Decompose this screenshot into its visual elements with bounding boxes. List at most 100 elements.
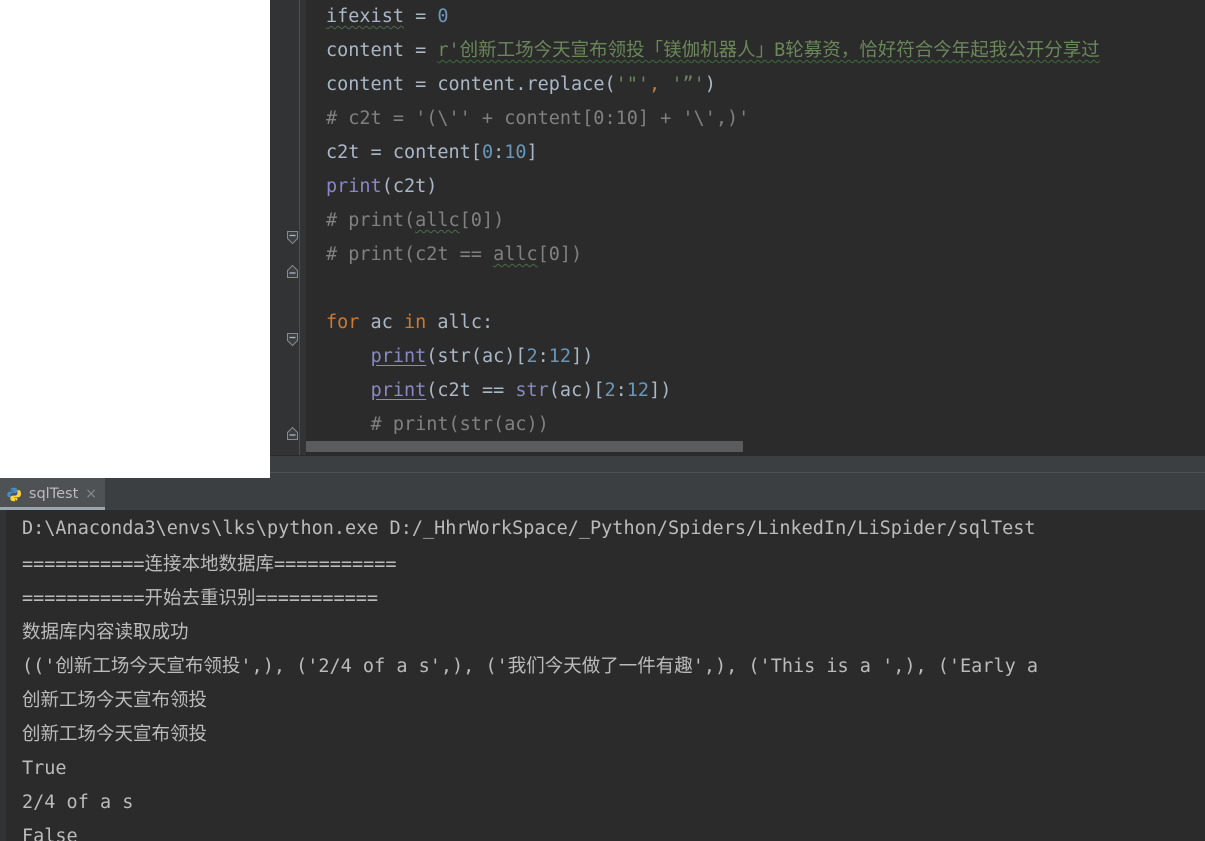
console-output-line: 创新工场今天宣布领投 bbox=[22, 690, 208, 711]
code-token: : bbox=[493, 142, 505, 163]
code-token: for bbox=[326, 312, 360, 333]
console-output-line: True bbox=[22, 758, 67, 779]
code-token: allc bbox=[493, 244, 538, 265]
code-token: content[ bbox=[392, 142, 482, 163]
console-output-line: ===========开始去重识别=========== bbox=[22, 588, 379, 609]
code-token: : bbox=[537, 346, 549, 367]
console-output-body[interactable]: D:\Anaconda3\envs\lks\python.exe D:/_Hhr… bbox=[0, 510, 1205, 841]
console-output-line: 2/4 of a s bbox=[22, 792, 134, 813]
code-line[interactable]: # c2t = '(\'' + content[0:10] + '\',)' bbox=[306, 102, 1205, 136]
console-tab-label: sqlTest bbox=[28, 486, 79, 502]
code-token: 12 bbox=[626, 380, 650, 401]
code-token: content bbox=[326, 74, 404, 95]
fold-marker-collapse-3[interactable] bbox=[284, 425, 301, 442]
console-output-line: (('创新工场今天宣布领投',), ('2/4 of a s',), ('我们今… bbox=[22, 656, 1039, 677]
code-token: [0]) bbox=[459, 210, 505, 231]
close-icon[interactable]: × bbox=[85, 487, 97, 501]
code-lines-container[interactable]: ifexist = 0 content = r'创新工场今天宣布领投「镁伽机器人」… bbox=[306, 0, 1205, 455]
code-token: ] bbox=[526, 142, 538, 163]
editor-horizontal-scrollbar[interactable] bbox=[306, 440, 1205, 453]
fold-marker-collapse-1[interactable] bbox=[284, 229, 301, 246]
code-token: = bbox=[403, 40, 438, 61]
code-line[interactable]: c2t = content[0:10] bbox=[306, 136, 1205, 170]
code-line[interactable]: # print(allc[0]) bbox=[306, 204, 1205, 238]
code-token: = bbox=[403, 6, 438, 27]
code-token: 0 bbox=[437, 6, 449, 27]
code-token: content bbox=[326, 40, 404, 61]
code-token: [0]) bbox=[537, 244, 583, 265]
code-line[interactable]: ifexist = 0 bbox=[306, 0, 1205, 34]
code-token: : bbox=[615, 380, 627, 401]
code-token: 12 bbox=[548, 346, 572, 367]
code-token: '"' bbox=[615, 74, 650, 95]
console-output-line: 创新工场今天宣布领投 bbox=[22, 724, 208, 745]
code-token: in bbox=[403, 312, 427, 333]
code-token: , bbox=[649, 74, 661, 95]
code-line[interactable] bbox=[306, 272, 1205, 306]
editor-gutter[interactable] bbox=[270, 0, 306, 455]
run-console-area: sqlTest × D:\Anaconda3\envs\lks\python.e… bbox=[0, 478, 1205, 841]
code-token: 2 bbox=[604, 380, 616, 401]
code-token: 2 bbox=[526, 346, 538, 367]
code-token: (str(ac)[ bbox=[426, 346, 527, 367]
code-editor-pane[interactable]: ifexist = 0 content = r'创新工场今天宣布领投「镁伽机器人」… bbox=[270, 0, 1205, 455]
code-token: ) bbox=[704, 74, 716, 95]
editor-area: ifexist = 0 content = r'创新工场今天宣布领投「镁伽机器人」… bbox=[0, 0, 1205, 478]
code-token: (c2t == bbox=[426, 380, 516, 401]
code-line[interactable]: # print(str(ac)) bbox=[306, 408, 1205, 442]
code-token: # print(c2t == bbox=[326, 244, 494, 265]
code-line[interactable]: for ac in allc: bbox=[306, 306, 1205, 340]
fold-chevron-down-icon bbox=[287, 231, 298, 245]
fold-marker-for-loop[interactable] bbox=[284, 331, 301, 348]
console-tab-sqltest[interactable]: sqlTest × bbox=[0, 478, 105, 510]
code-line[interactable]: print(c2t) bbox=[306, 170, 1205, 204]
code-line[interactable]: print(str(ac)[2:12]) bbox=[306, 340, 1205, 374]
code-token: print bbox=[326, 176, 382, 197]
editor-horizontal-scrollbar-thumb[interactable] bbox=[306, 441, 743, 452]
code-line[interactable]: content = content.replace('"', '”') bbox=[306, 68, 1205, 102]
code-line[interactable]: # print(c2t == allc[0]) bbox=[306, 238, 1205, 272]
fold-chevron-down-icon bbox=[287, 333, 298, 347]
code-line[interactable]: content = r'创新工场今天宣布领投「镁伽机器人」B轮募资，恰好符合今年… bbox=[306, 34, 1205, 68]
code-token: ]) bbox=[571, 346, 594, 367]
code-token: print bbox=[370, 346, 427, 367]
console-output-lines: D:\Anaconda3\envs\lks\python.exe D:/_Hhr… bbox=[6, 510, 1205, 841]
code-token: 0 bbox=[481, 142, 494, 163]
code-token: # c2t = '(\'' + content[0:10] + '\',)' bbox=[326, 108, 750, 129]
code-token: c2t bbox=[326, 142, 360, 163]
python-file-icon bbox=[7, 487, 21, 501]
fold-end-icon bbox=[287, 264, 298, 278]
code-token: content.replace( bbox=[437, 74, 616, 95]
fold-end-icon bbox=[287, 426, 298, 440]
code-token: ifexist bbox=[326, 6, 404, 27]
fold-marker-collapse-2[interactable] bbox=[284, 263, 301, 280]
code-token: '”' bbox=[671, 74, 705, 95]
code-token: str bbox=[515, 380, 549, 401]
ide-screenshot: ifexist = 0 content = r'创新工场今天宣布领投「镁伽机器人」… bbox=[0, 0, 1205, 841]
code-token: # print( bbox=[326, 210, 416, 231]
code-token: allc bbox=[415, 210, 460, 231]
gutter-guide-line bbox=[299, 0, 300, 455]
editor-bottom-separator bbox=[270, 472, 1205, 473]
code-token: allc: bbox=[426, 312, 494, 333]
console-output-line: 数据库内容读取成功 bbox=[22, 622, 189, 643]
code-token: (ac)[ bbox=[548, 380, 605, 401]
console-tab-bar: sqlTest × bbox=[0, 478, 1205, 510]
code-token: 10 bbox=[504, 142, 527, 163]
code-token: ac bbox=[359, 312, 404, 333]
code-token: # print(str(ac)) bbox=[326, 414, 549, 435]
code-token: r'创新工场今天宣布领投「镁伽机器人」B轮募资，恰好符合今年起我公开分享过 bbox=[437, 40, 1100, 61]
code-token: (c2t) bbox=[381, 176, 438, 197]
code-token: print bbox=[370, 380, 427, 401]
console-output-line: D:\Anaconda3\envs\lks\python.exe D:/_Hhr… bbox=[22, 518, 1036, 539]
code-line[interactable]: print(c2t == str(ac)[2:12]) bbox=[306, 374, 1205, 408]
code-token: ]) bbox=[649, 380, 672, 401]
editor-left-blank-region bbox=[0, 0, 270, 478]
editor-bottom-strip bbox=[270, 455, 1205, 478]
console-output-line: ===========连接本地数据库=========== bbox=[22, 554, 397, 575]
console-output-line: False bbox=[22, 826, 78, 841]
code-token: = bbox=[403, 74, 438, 95]
